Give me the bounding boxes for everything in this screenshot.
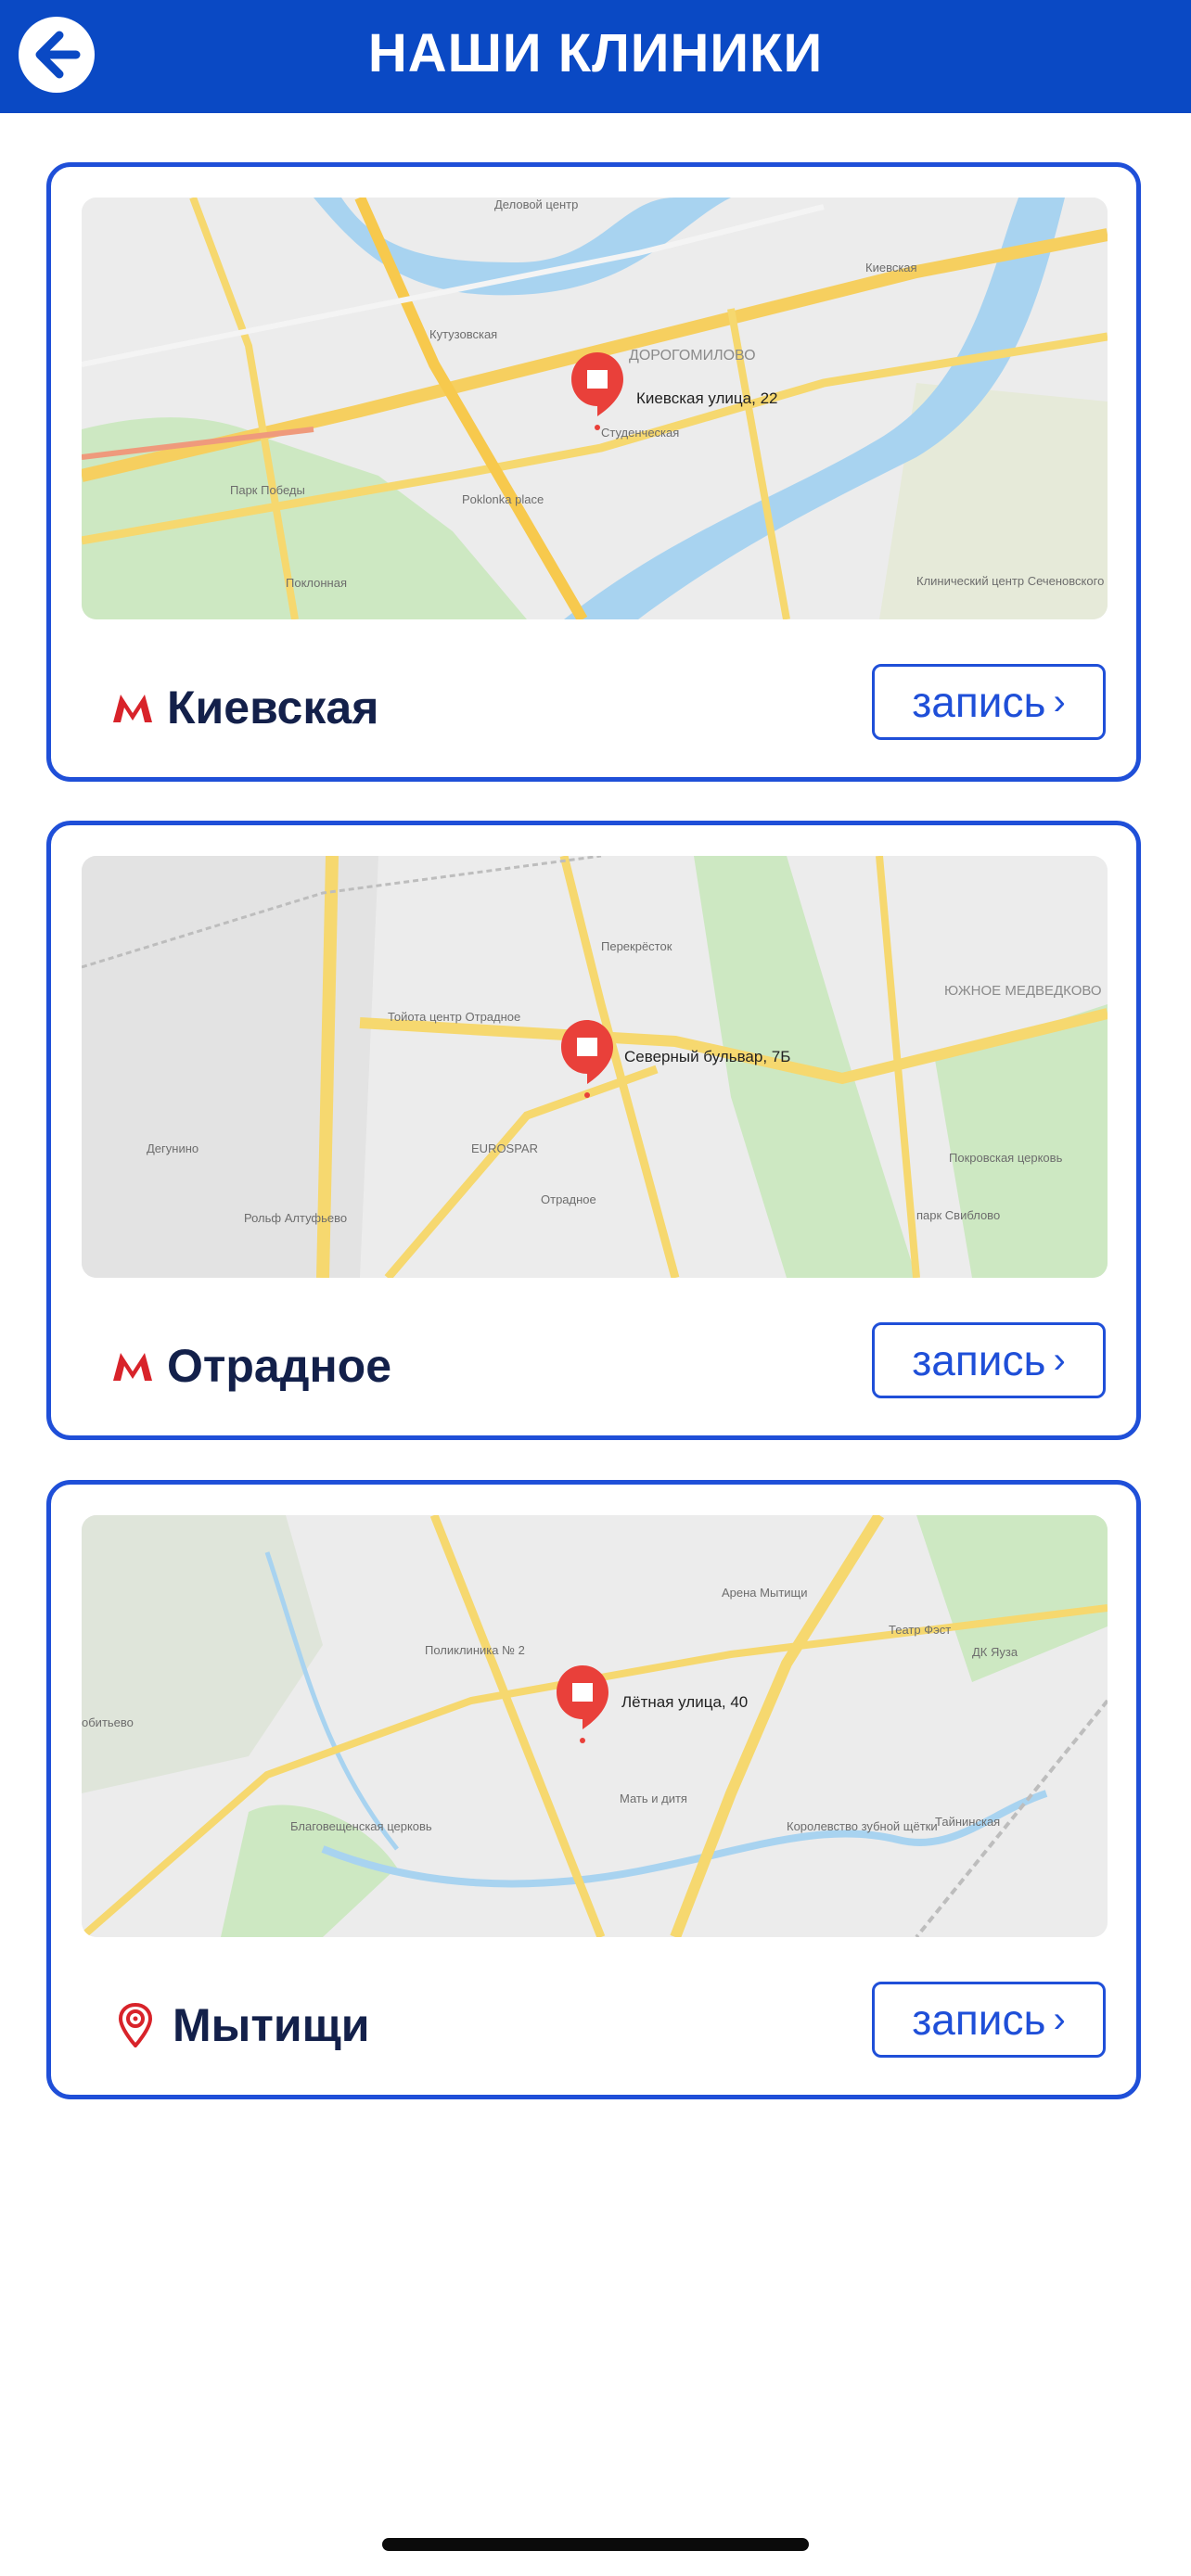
svg-text:Поклонная: Поклонная xyxy=(286,576,347,590)
chevron-right-icon: › xyxy=(1053,1339,1066,1381)
svg-text:Студенческая: Студенческая xyxy=(601,426,679,440)
station-name: Киевская xyxy=(167,682,379,733)
book-button-label: запись xyxy=(912,678,1046,726)
station-name: Мытищи xyxy=(173,1999,370,2051)
svg-text:Poklonka place: Poklonka place xyxy=(462,492,544,506)
station-name: Отрадное xyxy=(167,1340,392,1392)
book-button-label: запись xyxy=(912,1336,1046,1384)
svg-text:Лётная улица, 40: Лётная улица, 40 xyxy=(621,1693,748,1711)
book-button-label: запись xyxy=(912,1996,1046,2044)
svg-text:Киевская: Киевская xyxy=(865,261,917,274)
svg-text:ДОРОГОМИЛОВО: ДОРОГОМИЛОВО xyxy=(629,348,756,363)
chevron-right-icon: › xyxy=(1053,1998,1066,2040)
metro-icon xyxy=(113,695,152,722)
svg-text:Парк Победы: Парк Победы xyxy=(230,483,305,497)
svg-text:обитьево: обитьево xyxy=(82,1715,134,1729)
svg-text:Северный бульвар, 7Б: Северный бульвар, 7Б xyxy=(624,1048,790,1065)
svg-text:Деловой центр: Деловой центр xyxy=(494,198,578,211)
svg-text:парк Свиблово: парк Свиблово xyxy=(916,1208,1000,1222)
svg-text:Киевская улица, 22: Киевская улица, 22 xyxy=(636,389,777,407)
svg-text:Кутузовская: Кутузовская xyxy=(429,327,497,341)
svg-text:EUROSPAR: EUROSPAR xyxy=(471,1141,538,1155)
clinic-card-otradnoe: Перекрёсток Тойота центр Отрадное ЮЖНОЕ … xyxy=(46,821,1141,1440)
svg-text:Мать и дитя: Мать и дитя xyxy=(620,1792,687,1805)
clinic-card-mytishchi: Арена Мытищи Поликлиника № 2 Театр Фэст … xyxy=(46,1480,1141,2099)
station-label: Мытищи xyxy=(111,1997,370,2053)
svg-text:ДК Яуза: ДК Яуза xyxy=(972,1645,1018,1659)
metro-icon xyxy=(113,1353,152,1381)
svg-text:ЮЖНОЕ МЕДВЕДКОВО: ЮЖНОЕ МЕДВЕДКОВО xyxy=(944,983,1102,999)
station-label: Киевская xyxy=(111,680,378,735)
svg-text:Поликлиника № 2: Поликлиника № 2 xyxy=(425,1643,525,1657)
svg-text:Покровская церковь: Покровская церковь xyxy=(949,1151,1063,1165)
svg-text:Театр Фэст: Театр Фэст xyxy=(889,1623,951,1637)
chevron-right-icon: › xyxy=(1053,681,1066,722)
svg-text:Перекрёсток: Перекрёсток xyxy=(601,939,672,953)
location-pin-icon xyxy=(118,2003,153,2047)
svg-text:Тайнинская: Тайнинская xyxy=(935,1815,1000,1829)
svg-text:Рольф Алтуфьево: Рольф Алтуфьево xyxy=(244,1211,347,1225)
page-title: НАШИ КЛИНИКИ xyxy=(367,23,824,83)
clinic-map[interactable]: Арена Мытищи Поликлиника № 2 Театр Фэст … xyxy=(82,1515,1108,1937)
svg-text:Тойота центр Отрадное: Тойота центр Отрадное xyxy=(388,1010,520,1024)
header-bar: НАШИ КЛИНИКИ xyxy=(0,0,1191,113)
clinic-map[interactable]: Деловой центр Кутузовская ДОРОГОМИЛОВО С… xyxy=(82,198,1108,619)
svg-text:Дегунино: Дегунино xyxy=(147,1141,198,1155)
station-label: Отрадное xyxy=(111,1338,391,1394)
svg-text:Королевство зубной щётки: Королевство зубной щётки xyxy=(787,1819,938,1833)
clinic-card-kievskaya: Деловой центр Кутузовская ДОРОГОМИЛОВО С… xyxy=(46,162,1141,782)
svg-text:Арена Мытищи: Арена Мытищи xyxy=(722,1586,808,1600)
clinic-map[interactable]: Перекрёсток Тойота центр Отрадное ЮЖНОЕ … xyxy=(82,856,1108,1278)
book-button[interactable]: запись › xyxy=(872,1982,1106,2058)
book-button[interactable]: запись › xyxy=(872,1322,1106,1398)
home-indicator[interactable] xyxy=(382,2538,809,2551)
svg-text:Отрадное: Отрадное xyxy=(541,1192,596,1206)
book-button[interactable]: запись › xyxy=(872,664,1106,740)
svg-text:Клинический центр Сеченовского: Клинический центр Сеченовского xyxy=(916,574,1104,588)
svg-text:Благовещенская церковь: Благовещенская церковь xyxy=(290,1819,432,1833)
